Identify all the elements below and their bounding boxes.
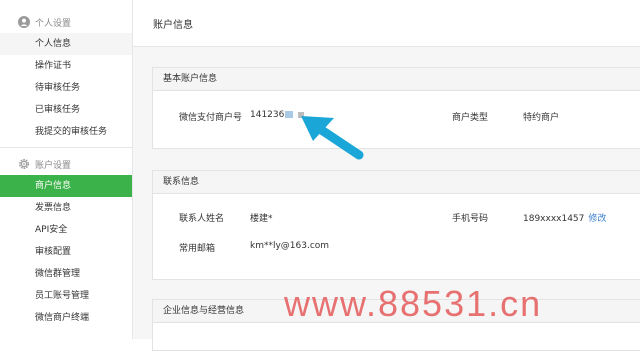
section-personal-label: 个人设置 (35, 18, 72, 29)
sidebar-divider (0, 147, 132, 148)
phone-row: 189xxxx1457 修改 (523, 211, 606, 224)
basic-info-card: 基本账户信息 微信支付商户号 141236 商户类型 特约商户 (152, 67, 640, 149)
email-label: 常用邮箱 (179, 244, 216, 254)
page-header: 账户信息 (133, 0, 640, 47)
modify-phone-link[interactable]: 修改 (588, 214, 606, 224)
contact-info-card: 联系信息 联系人姓名 楼建* 手机号码 189xxxx1457 修改 常用邮箱 k… (152, 170, 640, 280)
merchant-id-value: 141236 (250, 110, 285, 120)
sidebar-item-api-security[interactable]: API安全 (0, 219, 132, 241)
sidebar-item-wechat-group[interactable]: 微信群管理 (0, 263, 132, 285)
email-value: km**ly@163.com (250, 241, 330, 251)
phone-value: 189xxxx1457 (523, 214, 585, 224)
sidebar-item-merchant-terminal[interactable]: 微信商户终端 (0, 307, 132, 329)
basic-info-header: 基本账户信息 (153, 68, 640, 91)
sidebar-item-invoice-info[interactable]: 发票信息 (0, 197, 132, 219)
sidebar-item-staff-accounts[interactable]: 员工账号管理 (0, 285, 132, 307)
phone-label: 手机号码 (452, 214, 489, 224)
sidebar-item-pending-tasks[interactable]: 待审核任务 (0, 77, 132, 99)
merchant-id-label: 微信支付商户号 (179, 113, 243, 123)
masked-digits (285, 111, 294, 118)
merchant-id-row: 141236 (250, 110, 305, 120)
sidebar-item-personal-info[interactable]: 个人信息 (0, 33, 132, 55)
section-account-label: 账户设置 (35, 160, 72, 171)
sidebar-item-reviewed-tasks[interactable]: 已审核任务 (0, 99, 132, 121)
contact-name-value: 楼建* (250, 214, 273, 224)
contact-name-label: 联系人姓名 (179, 214, 225, 224)
sidebar-item-certificate[interactable]: 操作证书 (0, 55, 132, 77)
user-icon (18, 16, 30, 28)
merchant-type-label: 商户类型 (452, 113, 489, 123)
sidebar-item-merchant-info[interactable]: 商户信息 (0, 175, 132, 197)
sidebar: 个人设置 个人信息 操作证书 待审核任务 已审核任务 我提交的审核任务 账户设置… (0, 0, 133, 339)
section-personal-settings: 个人设置 (0, 11, 132, 33)
gear-icon (18, 158, 30, 170)
merchant-type-value: 特约商户 (523, 113, 560, 123)
contact-info-header: 联系信息 (153, 171, 640, 194)
watermark: www.88531.cn (284, 283, 543, 324)
sidebar-item-submitted-tasks[interactable]: 我提交的审核任务 (0, 121, 132, 143)
sidebar-item-review-config[interactable]: 审核配置 (0, 241, 132, 263)
pointer-arrow-icon (301, 116, 364, 160)
page-title: 账户信息 (153, 20, 193, 31)
section-account-settings: 账户设置 (0, 153, 132, 175)
